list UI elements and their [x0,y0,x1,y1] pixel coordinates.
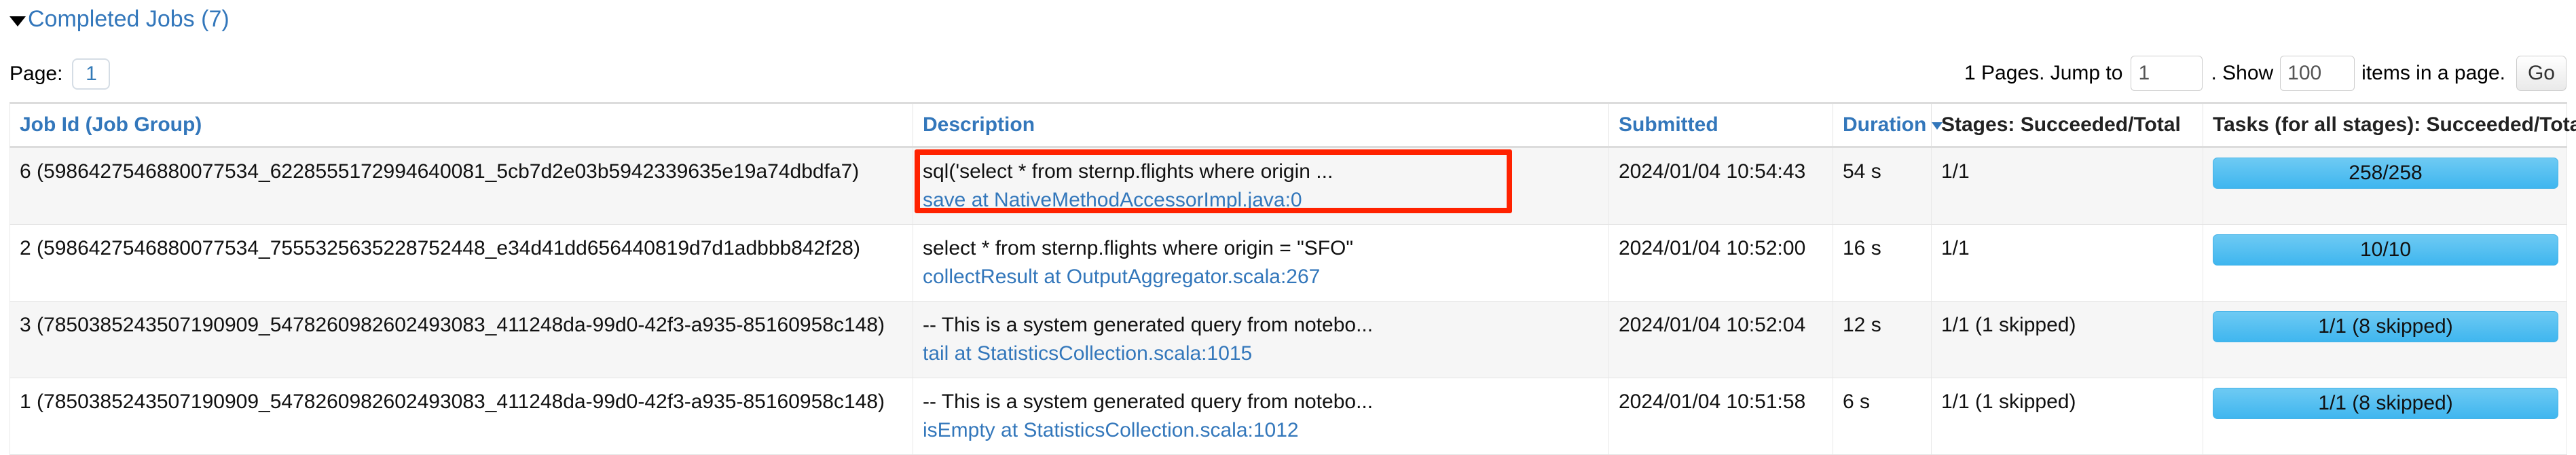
cell-stages: 1/1 (1 skipped) [1931,301,2203,378]
tasks-progress-bar: 10/10 [2213,234,2558,266]
tasks-progress-bar: 258/258 [2213,158,2558,189]
column-header-stages[interactable]: Stages: Succeeded/Total [1931,102,2203,148]
cell-duration: 12 s [1833,301,1932,378]
cell-submitted: 2024/01/04 10:52:00 [1608,224,1833,302]
table-header-row: Job Id (Job Group) Description Submitted… [10,102,2576,148]
cell-description: -- This is a system generated query from… [913,378,1609,455]
cell-job-id: 6 (5986427546880077534_62285551729946400… [10,147,913,225]
total-pages-label: 1 Pages. Jump to [1964,62,2123,84]
items-per-page-input[interactable] [2280,56,2355,91]
column-header-job-id[interactable]: Job Id (Job Group) [10,102,913,148]
description-text: sql('select * from sternp.flights where … [923,160,1333,183]
column-header-duration-label: Duration [1843,113,1927,136]
jump-to-page-input[interactable] [2131,56,2203,91]
cell-description: -- This is a system generated query from… [913,301,1609,378]
cell-description: select * from sternp.flights where origi… [913,224,1609,302]
go-button[interactable]: Go [2516,56,2566,91]
cell-duration: 16 s [1833,224,1932,302]
description-text: select * from sternp.flights where origi… [923,237,1354,259]
column-header-submitted[interactable]: Submitted [1608,102,1833,148]
cell-submitted: 2024/01/04 10:54:43 [1608,147,1833,225]
description-link[interactable]: tail at StatisticsCollection.scala:1015 [923,340,1600,368]
cell-stages: 1/1 [1931,147,2203,225]
cell-description: sql('select * from sternp.flights where … [913,147,1609,225]
table-row[interactable]: 2 (5986427546880077534_75553256352287524… [10,224,2567,302]
completed-jobs-table: Job Id (Job Group) Description Submitted… [10,102,2576,455]
cell-stages: 1/1 [1931,224,2203,302]
page-indicator-group: Page: 1 [10,58,111,90]
cell-duration: 54 s [1833,147,1932,225]
description-link[interactable]: collectResult at OutputAggregator.scala:… [923,263,1600,291]
cell-tasks: 258/258 [2203,147,2567,225]
cell-duration: 6 s [1833,378,1932,455]
table-row[interactable]: 3 (7850385243507190909_54782609826024930… [10,301,2567,378]
cell-job-id: 2 (5986427546880077534_75553256352287524… [10,224,913,302]
cell-submitted: 2024/01/04 10:52:04 [1608,301,1833,378]
description-link[interactable]: save at NativeMethodAccessorImpl.java:0 [923,186,1600,215]
cell-tasks: 10/10 [2203,224,2567,302]
description-link[interactable]: isEmpty at StatisticsCollection.scala:10… [923,416,1600,445]
pagination-controls: 1 Pages. Jump to . Show items in a page.… [1960,56,2566,91]
cell-job-id: 3 (7850385243507190909_54782609826024930… [10,301,913,378]
cell-stages: 1/1 (1 skipped) [1931,378,2203,455]
description-text: -- This is a system generated query from… [923,390,1374,413]
items-in-page-label: items in a page. [2361,62,2505,84]
column-header-description[interactable]: Description [913,102,1609,148]
page-title[interactable]: Completed Jobs (7) [28,5,229,33]
show-label: . Show [2211,62,2274,84]
column-header-tasks[interactable]: Tasks (for all stages): Succeeded/Total [2203,102,2576,148]
cell-job-id: 1 (7850385243507190909_54782609826024930… [10,378,913,455]
description-text: -- This is a system generated query from… [923,314,1374,336]
completed-jobs-section-header[interactable]: Completed Jobs (7) [10,5,229,33]
column-header-duration[interactable]: Duration [1833,102,1943,148]
table-body: 6 (5986427546880077534_62285551729946400… [10,147,2567,455]
table-row[interactable]: 6 (5986427546880077534_62285551729946400… [10,147,2567,225]
caret-down-icon[interactable] [10,16,26,26]
cell-tasks: 1/1 (8 skipped) [2203,378,2567,455]
cell-tasks: 1/1 (8 skipped) [2203,301,2567,378]
table-row[interactable]: 1 (7850385243507190909_54782609826024930… [10,378,2567,455]
pagination-bar: Page: 1 1 Pages. Jump to . Show items in… [0,53,2576,95]
cell-submitted: 2024/01/04 10:51:58 [1608,378,1833,455]
current-page-badge[interactable]: 1 [72,58,111,90]
tasks-progress-bar: 1/1 (8 skipped) [2213,311,2558,342]
page-label: Page: [10,62,63,85]
tasks-progress-bar: 1/1 (8 skipped) [2213,388,2558,419]
